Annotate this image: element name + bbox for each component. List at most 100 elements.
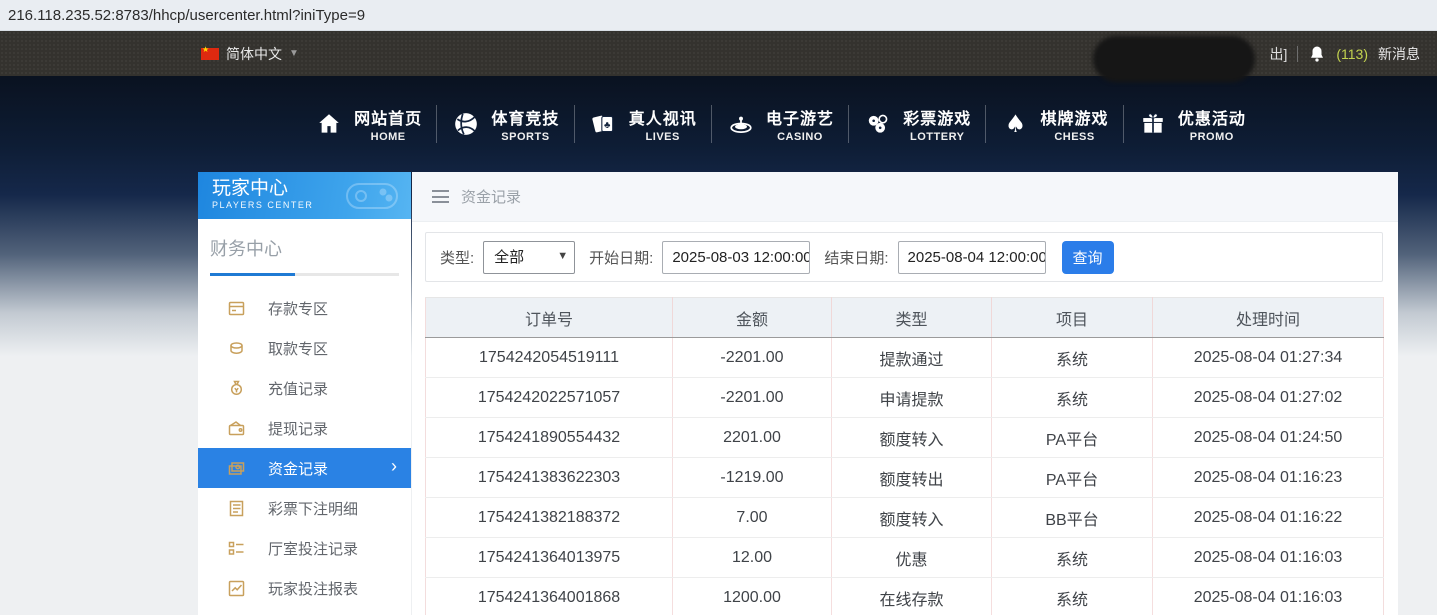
table-row: 1754242054519111-2201.00提款通过系统2025-08-04…	[426, 338, 1384, 378]
start-date-label: 开始日期:	[589, 247, 653, 268]
sidebar-item-label: 取款专区	[268, 338, 328, 359]
main-nav: 网站首页 HOME 体育竞技 SPORTS ♣真人视讯LIVES 电子游艺 CASINO 彩票…	[300, 96, 1260, 152]
table-cell: 1754241382188372	[426, 498, 673, 538]
new-messages-link[interactable]: 新消息	[1378, 44, 1420, 64]
svg-text:♣: ♣	[604, 120, 611, 131]
sidebar-item-withdraw[interactable]: 取款专区	[198, 328, 411, 368]
nav-label-en: CASINO	[777, 131, 823, 143]
breadcrumb: 资金记录	[461, 186, 521, 207]
column-header: 订单号	[426, 298, 673, 338]
table-cell: PA平台	[992, 458, 1153, 498]
end-date-input[interactable]	[898, 241, 1046, 274]
table-cell: BB平台	[992, 498, 1153, 538]
table-cell: -2201.00	[673, 338, 832, 378]
table-row: 1754241383622303-1219.00额度转出PA平台2025-08-…	[426, 458, 1384, 498]
sidebar-item-deposit[interactable]: 存款专区	[198, 288, 411, 328]
sidebar-item-betting-record[interactable]: 厅室投注记录	[198, 528, 411, 568]
betting-record-icon	[226, 540, 246, 557]
table-cell: 2025-08-04 01:16:23	[1153, 458, 1384, 498]
logout-link[interactable]: 出]	[1269, 44, 1287, 64]
table-row: 17542413821883727.00额度转入BB平台2025-08-04 0…	[426, 498, 1384, 538]
table-row: 1754242022571057-2201.00申请提款系统2025-08-04…	[426, 378, 1384, 418]
end-date-label: 结束日期:	[824, 247, 888, 268]
table-cell: 申请提款	[832, 378, 992, 418]
nav-item-home[interactable]: 网站首页 HOME	[300, 96, 436, 152]
chevron-down-icon: ▼	[289, 48, 299, 59]
sports-icon	[451, 111, 481, 137]
sidebar-item-lottery-detail[interactable]: 彩票下注明细	[198, 488, 411, 528]
type-select[interactable]: 全部	[483, 241, 575, 274]
table-cell: 1754241364013975	[426, 538, 673, 578]
search-button[interactable]: 查询	[1062, 241, 1114, 274]
hamburger-icon[interactable]	[432, 190, 449, 203]
table-cell: 1754241364001868	[426, 578, 673, 615]
nav-item-chess[interactable]: ♠棋牌游戏CHESS	[986, 96, 1122, 152]
china-flag-icon	[201, 48, 219, 60]
sidebar-item-funds[interactable]: 资金记录›	[198, 448, 411, 488]
report-icon	[226, 580, 246, 597]
home-icon	[314, 111, 344, 137]
type-label: 类型:	[440, 247, 474, 268]
column-header: 项目	[992, 298, 1153, 338]
sidebar: 玩家中心 PLAYERS CENTER 财务中心 存款专区取款专区充值记录提现记…	[198, 172, 411, 615]
table-row: 17542418905544322201.00额度转入PA平台2025-08-0…	[426, 418, 1384, 458]
lottery-detail-icon	[226, 500, 246, 517]
nav-item-lottery[interactable]: 彩票游戏LOTTERY	[849, 96, 985, 152]
nav-label-en: CHESS	[1054, 131, 1094, 143]
sidebar-item-promo-apply[interactable]: 优惠申请	[198, 608, 411, 615]
topbar-divider	[1297, 46, 1298, 62]
sidebar-item-cashout[interactable]: 提现记录	[198, 408, 411, 448]
message-count[interactable]: (113)	[1336, 46, 1368, 62]
table-cell: 2025-08-04 01:16:03	[1153, 538, 1384, 578]
table-cell: 额度转入	[832, 418, 992, 458]
gamepad-icon	[341, 176, 403, 219]
sidebar-item-recharge[interactable]: 充值记录	[198, 368, 411, 408]
table-cell: 1200.00	[673, 578, 832, 615]
table-cell: 2025-08-04 01:24:50	[1153, 418, 1384, 458]
nav-item-sports[interactable]: 体育竞技 SPORTS	[437, 96, 573, 152]
table-header-row: 订单号金额类型项目处理时间	[426, 298, 1384, 338]
language-selector[interactable]: 简体中文 ▼	[201, 31, 299, 76]
redacted-username-blur	[1093, 36, 1255, 82]
sidebar-menu: 存款专区取款专区充值记录提现记录资金记录›彩票下注明细厅室投注记录玩家投注报表优…	[198, 288, 411, 615]
roulette-icon	[726, 111, 756, 137]
sidebar-section-underline	[210, 273, 399, 276]
nav-label-en: LOTTERY	[910, 131, 964, 143]
sidebar-section: 财务中心	[198, 219, 411, 276]
table-cell: 1754241890554432	[426, 418, 673, 458]
nav-label-en: SPORTS	[501, 131, 549, 143]
nav-item-promo[interactable]: 优惠活动PROMO	[1124, 96, 1260, 152]
sidebar-item-report[interactable]: 玩家投注报表	[198, 568, 411, 608]
sidebar-item-label: 充值记录	[268, 378, 328, 399]
table-cell: PA平台	[992, 418, 1153, 458]
bell-icon[interactable]	[1308, 45, 1326, 63]
table-cell: 2025-08-04 01:27:02	[1153, 378, 1384, 418]
table-row: 175424136401397512.00优惠系统2025-08-04 01:1…	[426, 538, 1384, 578]
sidebar-item-label: 玩家投注报表	[268, 578, 358, 599]
browser-url-bar[interactable]: 216.118.235.52:8783/hhcp/usercenter.html…	[0, 0, 1437, 31]
page-url: 216.118.235.52:8783/hhcp/usercenter.html…	[8, 7, 365, 24]
recharge-icon	[226, 380, 246, 397]
chevron-right-icon: ›	[391, 457, 397, 475]
withdraw-icon	[226, 340, 246, 357]
nav-item-lives[interactable]: ♣真人视讯LIVES	[575, 96, 711, 152]
nav-label-cn: 网站首页	[354, 105, 422, 129]
table-cell: 7.00	[673, 498, 832, 538]
nav-label-en: HOME	[371, 131, 406, 143]
table-cell: 额度转出	[832, 458, 992, 498]
main-panel: 资金记录 类型: 全部 ▼ 开始日期: 结束日期: 查询 订单号	[412, 172, 1398, 615]
table-cell: 额度转入	[832, 498, 992, 538]
nav-label-cn: 电子游艺	[766, 105, 834, 129]
table-cell: -1219.00	[673, 458, 832, 498]
table-cell: 系统	[992, 538, 1153, 578]
table-cell: 2025-08-04 01:27:34	[1153, 338, 1384, 378]
table-cell: 系统	[992, 378, 1153, 418]
nav-item-casino[interactable]: 电子游艺 CASINO	[712, 96, 848, 152]
topbar: 简体中文 ▼ 出] (113) 新消息	[0, 31, 1437, 76]
nav-label-cn: 优惠活动	[1178, 105, 1246, 129]
table-cell: 优惠	[832, 538, 992, 578]
nav-label-cn: 体育竞技	[491, 105, 559, 129]
start-date-input[interactable]	[662, 241, 810, 274]
filter-bar: 类型: 全部 ▼ 开始日期: 结束日期: 查询	[425, 232, 1383, 282]
table-cell: 12.00	[673, 538, 832, 578]
